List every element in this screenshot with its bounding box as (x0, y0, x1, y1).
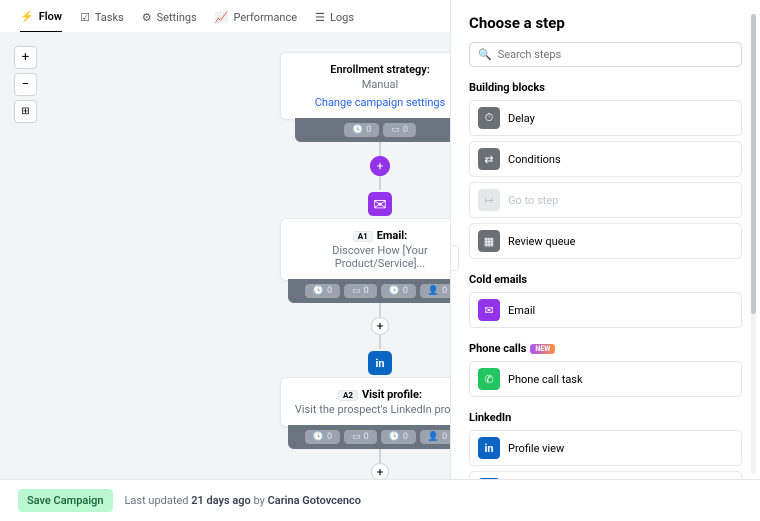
panel-title: Choose a step (469, 14, 742, 32)
section-linkedin: LinkedIn (469, 411, 742, 424)
stat-item: 🕓0 (344, 123, 379, 137)
section-cold-emails: Cold emails (469, 273, 742, 286)
step-label: Profile view (508, 442, 564, 455)
visit-title-row: A2 Visit profile: (291, 388, 469, 401)
performance-icon: 📈 (215, 11, 229, 24)
person-icon: 👤 (428, 286, 439, 296)
review-icon: ▦ (478, 230, 500, 252)
step-phone-call[interactable]: ✆ Phone call task (469, 361, 742, 397)
step-label: Delay (508, 112, 535, 125)
stat-item: 🕓0 (381, 430, 416, 444)
step-label: Review queue (508, 235, 575, 248)
logs-icon: ☰ (315, 11, 325, 24)
delay-icon: ⏱ (478, 107, 500, 129)
clock-icon: 🕓 (313, 432, 324, 442)
visit-step-body: Visit the prospect's LinkedIn profile (291, 403, 469, 416)
stat-item: ▭0 (344, 284, 377, 298)
goto-icon: ↦ (478, 189, 500, 211)
step-review-queue[interactable]: ▦ Review queue (469, 223, 742, 259)
footer-bar: Save Campaign Last updated 21 days ago b… (0, 479, 760, 521)
stat-item: 🕓0 (381, 284, 416, 298)
section-building-blocks: Building blocks (469, 81, 742, 94)
visit-stats: 🕓0 ▭0 🕓0 👤0 (288, 425, 473, 449)
phone-icon: ✆ (478, 368, 500, 390)
connector (379, 303, 381, 317)
linkedin-icon: in (478, 437, 500, 459)
email-step-body: Discover How [Your Product/Service]... (291, 244, 469, 270)
card-icon: ▭ (352, 432, 361, 442)
enrollment-mode: Manual (291, 78, 469, 91)
stat-item: ▭0 (383, 123, 416, 137)
card-icon: ▭ (391, 125, 400, 135)
linkedin-icon: in (368, 351, 392, 375)
fit-view-button[interactable]: ⊞ (14, 100, 37, 123)
tasks-icon: ☑ (80, 11, 90, 24)
step-tag: A2 (338, 390, 358, 401)
collapse-panel-button[interactable]: › (450, 245, 459, 271)
zoom-out-button[interactable]: − (14, 73, 37, 96)
tab-label: Tasks (95, 11, 124, 24)
stat-item: ▭0 (344, 430, 377, 444)
new-badge: NEW (530, 344, 555, 354)
section-phone-calls: Phone callsNEW (469, 342, 742, 355)
step-conditions[interactable]: ⇄ Conditions (469, 141, 742, 177)
add-step-button[interactable]: + (371, 317, 389, 335)
scrollbar-thumb[interactable] (751, 14, 756, 314)
zoom-in-button[interactable]: + (14, 46, 37, 69)
tab-label: Flow (39, 10, 62, 23)
add-step-button[interactable]: + (371, 463, 389, 479)
clock-icon: 🕓 (389, 432, 400, 442)
search-icon: 🔍 (478, 48, 492, 61)
flow-icon: ⚡ (20, 10, 34, 23)
step-label: Go to step (508, 194, 558, 207)
tab-tasks[interactable]: ☑ Tasks (80, 10, 124, 33)
step-email[interactable]: ✉ Email (469, 292, 742, 328)
enrollment-title: Enrollment strategy: (291, 63, 469, 76)
choose-step-panel: › Choose a step 🔍 Building blocks ⏱ Delay… (450, 0, 760, 521)
email-icon: ✉ (478, 299, 500, 321)
connector (379, 142, 381, 156)
search-field[interactable] (498, 48, 733, 61)
clock-icon: 🕓 (389, 286, 400, 296)
conditions-icon: ⇄ (478, 148, 500, 170)
add-step-button[interactable]: + (370, 156, 390, 176)
step-label: Conditions (508, 153, 561, 166)
tab-performance[interactable]: 📈 Performance (215, 10, 297, 33)
step-tag: A1 (353, 231, 373, 242)
author-link[interactable]: Carina Gotovcenco (268, 494, 361, 507)
stat-item: 🕓0 (305, 430, 340, 444)
visit-step-title: Visit profile: (362, 388, 422, 401)
stat-item: 🕓0 (305, 284, 340, 298)
email-step-title: Email: (377, 229, 408, 242)
person-icon: 👤 (428, 432, 439, 442)
step-profile-view[interactable]: in Profile view (469, 430, 742, 466)
enrollment-stats: 🕓0 ▭0 (295, 118, 465, 142)
email-title-row: A1 Email: (291, 229, 469, 242)
save-campaign-button[interactable]: Save Campaign (18, 489, 113, 512)
connector (379, 176, 381, 190)
search-steps-input[interactable]: 🔍 (469, 42, 742, 67)
clock-icon: 🕓 (352, 125, 363, 135)
step-delay[interactable]: ⏱ Delay (469, 100, 742, 136)
step-label: Phone call task (508, 373, 583, 386)
tab-settings[interactable]: ⚙ Settings (142, 10, 197, 33)
tab-label: Logs (330, 11, 354, 24)
tab-label: Performance (233, 11, 297, 24)
tab-logs[interactable]: ☰ Logs (315, 10, 354, 33)
connector (379, 449, 381, 463)
change-campaign-settings-link[interactable]: Change campaign settings (291, 96, 469, 109)
settings-icon: ⚙ (142, 11, 152, 24)
email-stats: 🕓0 ▭0 🕓0 👤0 (288, 279, 473, 303)
email-icon: ✉ (368, 192, 392, 216)
step-label: Email (508, 304, 535, 317)
card-icon: ▭ (352, 286, 361, 296)
panel-scrollbar[interactable] (751, 14, 756, 474)
step-goto[interactable]: ↦ Go to step (469, 182, 742, 218)
last-updated-text: Last updated 21 days ago by Carina Gotov… (125, 494, 361, 507)
tab-flow[interactable]: ⚡ Flow (20, 10, 62, 33)
tab-label: Settings (157, 11, 197, 24)
clock-icon: 🕓 (313, 286, 324, 296)
zoom-controls: + − ⊞ (14, 46, 37, 123)
connector (379, 335, 381, 349)
